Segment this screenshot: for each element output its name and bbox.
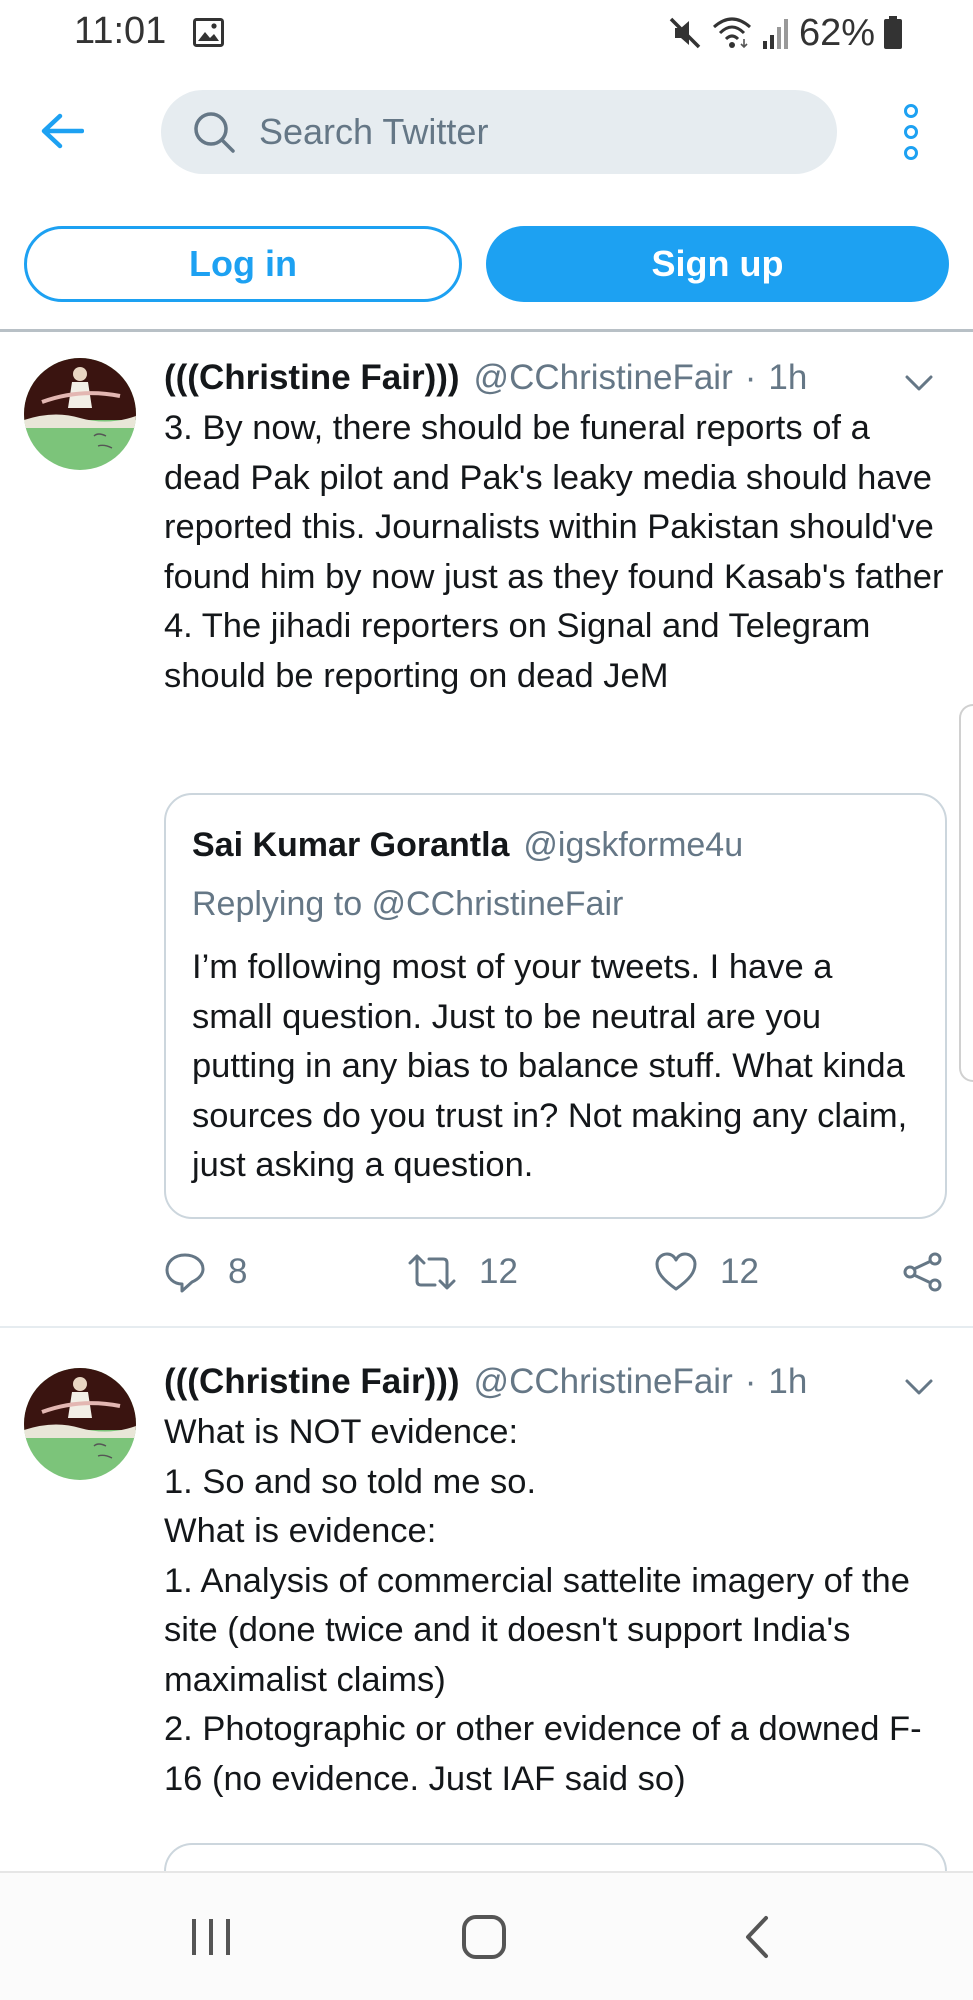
signal-icon xyxy=(762,19,788,49)
tweet-author-name[interactable]: (((Christine Fair))) xyxy=(164,358,460,398)
gallery-notification-icon xyxy=(193,18,224,47)
search-box[interactable] xyxy=(161,90,837,174)
nav-back-button[interactable] xyxy=(740,1911,774,1963)
tweet-separator: · xyxy=(744,358,757,397)
recent-apps-button[interactable] xyxy=(188,1911,234,1963)
like-count: 12 xyxy=(720,1252,759,1291)
tweet-author-handle[interactable]: @CChristineFair xyxy=(474,1362,733,1402)
signup-button[interactable]: Sign up xyxy=(486,226,949,302)
reply-count: 8 xyxy=(228,1252,248,1291)
wifi-icon xyxy=(712,17,751,49)
tweet-timestamp[interactable]: 1h xyxy=(768,1362,807,1402)
header-divider xyxy=(0,329,973,332)
tweet[interactable]: (((Christine Fair))) @CChristineFair · 1… xyxy=(0,352,973,1312)
retweet-count: 12 xyxy=(479,1252,518,1291)
mute-icon xyxy=(669,17,701,49)
avatar-image xyxy=(24,358,136,470)
top-bar xyxy=(0,82,973,178)
tweet-actions: 8 12 12 xyxy=(164,1242,964,1302)
share-button[interactable] xyxy=(902,1242,944,1302)
battery-icon xyxy=(884,16,902,49)
scroll-handle[interactable] xyxy=(959,704,973,1082)
tweet-divider xyxy=(0,1326,973,1328)
like-button[interactable]: 12 xyxy=(654,1242,759,1302)
back-button[interactable] xyxy=(38,108,86,154)
home-icon xyxy=(462,1915,506,1959)
status-time: 11:01 xyxy=(74,10,167,52)
share-icon xyxy=(903,1252,942,1292)
quote-author-handle: @igskforme4u xyxy=(523,825,744,864)
retweet-icon xyxy=(408,1254,456,1290)
arrow-left-icon xyxy=(41,113,84,149)
system-nav-bar xyxy=(0,1871,973,2000)
avatar[interactable] xyxy=(24,1368,136,1480)
quote-author-name: Sai Kumar Gorantla xyxy=(192,825,510,864)
quote-header: Sai Kumar Gorantla @igskforme4u xyxy=(192,823,919,867)
tweet-header: (((Christine Fair))) @CChristineFair · 1… xyxy=(164,352,944,404)
more-options-icon[interactable] xyxy=(900,104,922,160)
reply-button[interactable]: 8 xyxy=(164,1242,247,1302)
tweet-author-name[interactable]: (((Christine Fair))) xyxy=(164,1362,460,1402)
tweet-author-handle[interactable]: @CChristineFair xyxy=(474,358,733,398)
tweet-text: What is NOT evidence: 1. So and so told … xyxy=(164,1413,922,1798)
status-bar: 11:01 62% xyxy=(0,0,973,66)
retweet-button[interactable]: 12 xyxy=(407,1242,518,1302)
recent-apps-icon xyxy=(192,1919,230,1955)
chevron-down-icon[interactable] xyxy=(904,374,934,392)
quote-replying-to: Replying to @CChristineFair xyxy=(192,885,624,923)
nav-back-icon xyxy=(746,1916,768,1958)
avatar-image xyxy=(24,1368,136,1480)
battery-percent: 62% xyxy=(798,11,875,54)
search-icon xyxy=(194,112,235,153)
quoted-tweet[interactable]: Sai Kumar Gorantla @igskforme4u Replying… xyxy=(164,793,947,1219)
tweet-header: (((Christine Fair))) @CChristineFair · 1… xyxy=(164,1356,944,1408)
quote-text: I’m following most of your tweets. I hav… xyxy=(192,948,908,1184)
auth-buttons: Log in Sign up xyxy=(24,226,949,304)
login-button[interactable]: Log in xyxy=(24,226,462,302)
avatar[interactable] xyxy=(24,358,136,470)
status-indicators: 62% xyxy=(667,10,903,56)
tweet-separator: · xyxy=(744,1362,757,1401)
tweet[interactable]: (((Christine Fair))) @CChristineFair · 1… xyxy=(0,1356,973,1903)
heart-icon xyxy=(655,1252,697,1291)
home-button[interactable] xyxy=(460,1911,508,1963)
chevron-down-icon[interactable] xyxy=(904,1378,934,1396)
tweet-timestamp[interactable]: 1h xyxy=(768,358,807,398)
tweet-text: 3. By now, there should be funeral repor… xyxy=(164,409,944,695)
reply-icon xyxy=(165,1253,205,1293)
search-input[interactable] xyxy=(259,111,819,153)
